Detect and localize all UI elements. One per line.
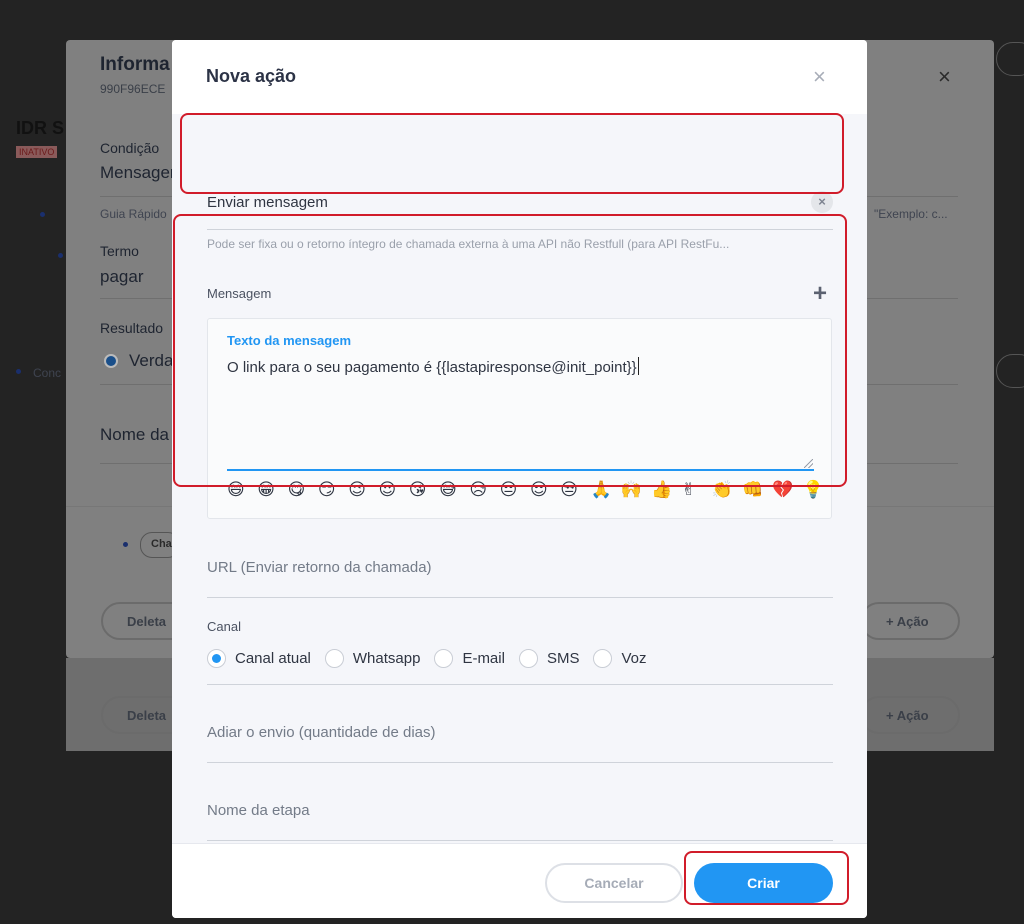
action-type-select[interactable]: Enviar mensagem [207,194,328,211]
background-bullet [16,369,21,374]
background-result-value: Verda [129,351,174,370]
step-name-field[interactable]: Nome da etapa [207,802,310,819]
dialog-header: Nova ação × [172,40,867,114]
background-pill [996,42,1024,76]
clear-icon[interactable]: × [811,191,833,213]
background-status-badge: INATIVO [16,146,58,158]
background-action-button: + Ação [860,602,960,640]
dialog-title: Nova ação [206,66,297,86]
channel-label: Canal [207,619,241,634]
background-radio [104,354,118,368]
cancel-button[interactable]: Cancelar [545,863,683,903]
channel-option[interactable]: Canal atual [207,649,311,668]
background-action-button: + Ação [860,696,960,734]
background-guide-text: Guia Rápido [100,207,167,221]
channel-option-label: E-mail [462,650,505,667]
background-bullet [58,253,63,258]
channel-option[interactable]: Voz [593,649,647,668]
background-bullet [40,212,45,217]
radio-button[interactable] [207,649,226,668]
channel-option-label: Canal atual [235,650,311,667]
background-bullet [123,542,128,547]
step-name-underline [207,840,833,841]
channel-option[interactable]: E-mail [434,649,505,668]
background-example-text: "Exemplo: c... [874,207,948,221]
highlight-box [173,214,847,487]
channel-underline [207,684,833,685]
background-term-label: Termo [100,243,139,259]
background-term-value: pagar [100,267,144,286]
radio-button[interactable] [518,649,538,668]
channel-option-label: Voz [621,650,647,667]
background-close-icon: × [938,64,951,89]
background-result-label: Resultado [100,320,164,336]
channel-option[interactable]: Whatsapp [324,649,421,668]
channel-radio-group: Canal atual Whatsapp E-mail SMS Voz [207,649,661,668]
channel-option-label: Whatsapp [352,650,421,667]
channel-option[interactable]: SMS [518,649,580,668]
background-pill [996,354,1024,388]
highlight-box [180,113,844,194]
background-condition-label: Condição [100,140,160,156]
radio-button[interactable] [434,649,454,668]
background-conc-text: Conc [33,366,62,380]
channel-option-label: SMS [546,650,580,667]
close-icon[interactable]: × [813,64,826,90]
delay-days-underline [207,762,833,763]
url-field[interactable]: URL (Enviar retorno da chamada) [207,559,432,576]
delay-days-field[interactable]: Adiar o envio (quantidade de dias) [207,724,436,741]
background-left-title: IDR S [16,118,65,138]
radio-button[interactable] [324,649,344,668]
background-name-label: Nome da [100,425,169,444]
radio-button[interactable] [593,649,613,668]
background-condition-value: Mensager [100,163,176,182]
background-code: 990F96ECE [100,82,166,96]
background-title: Informa [100,54,170,75]
highlight-box [684,851,849,905]
url-field-underline [207,597,833,598]
